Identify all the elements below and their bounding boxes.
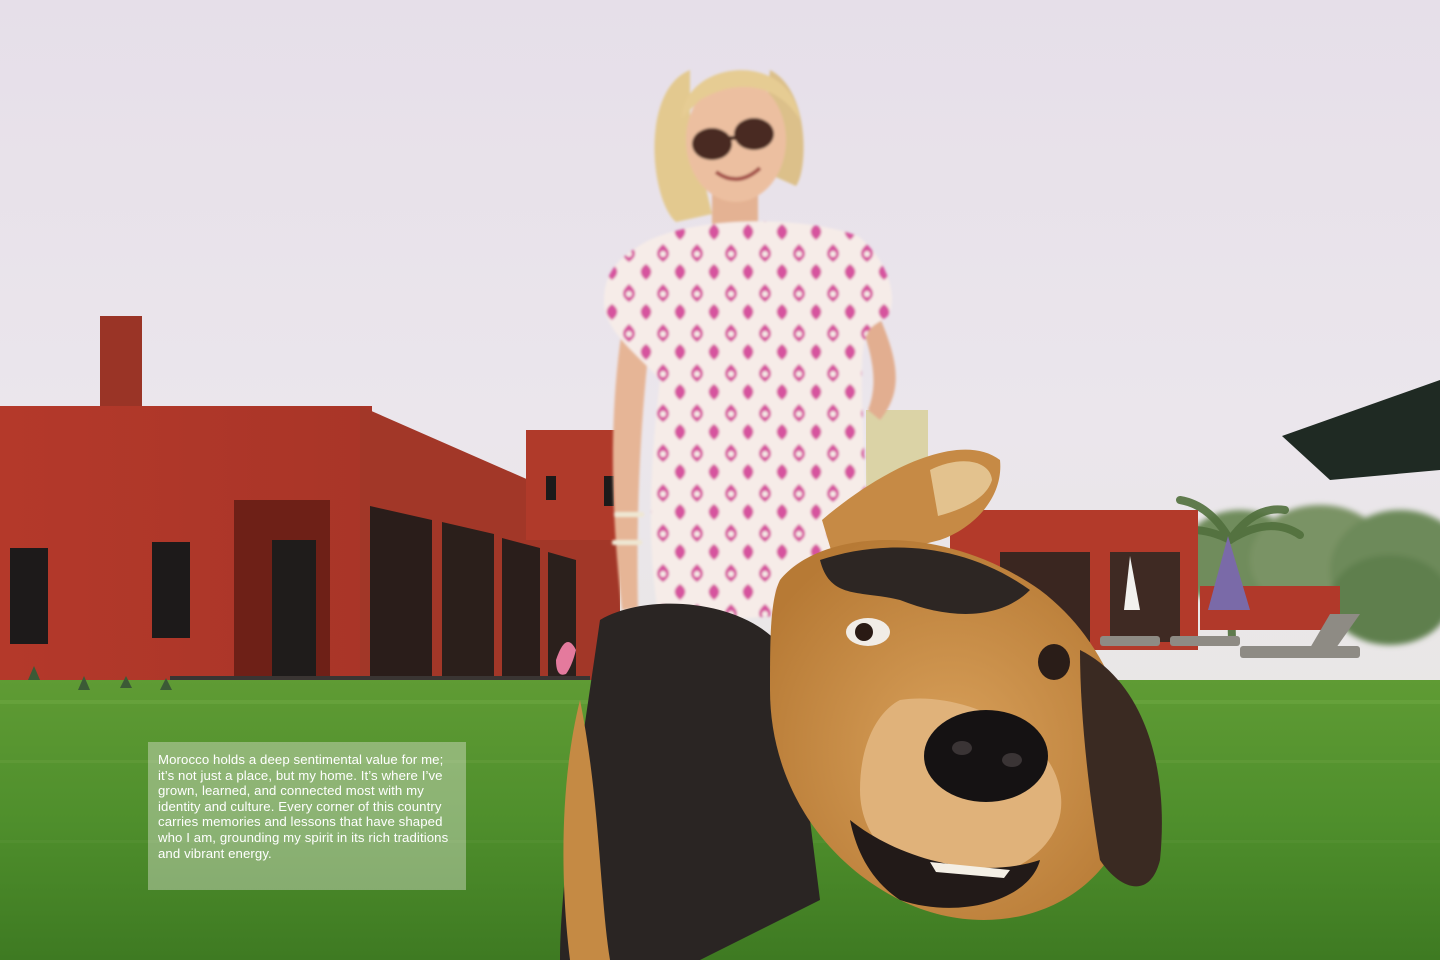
caption-box: Morocco holds a deep sentimental value f… xyxy=(148,742,466,890)
caption-text: Morocco holds a deep sentimental value f… xyxy=(158,752,449,861)
photo-scene: Morocco holds a deep sentimental value f… xyxy=(0,0,1440,960)
